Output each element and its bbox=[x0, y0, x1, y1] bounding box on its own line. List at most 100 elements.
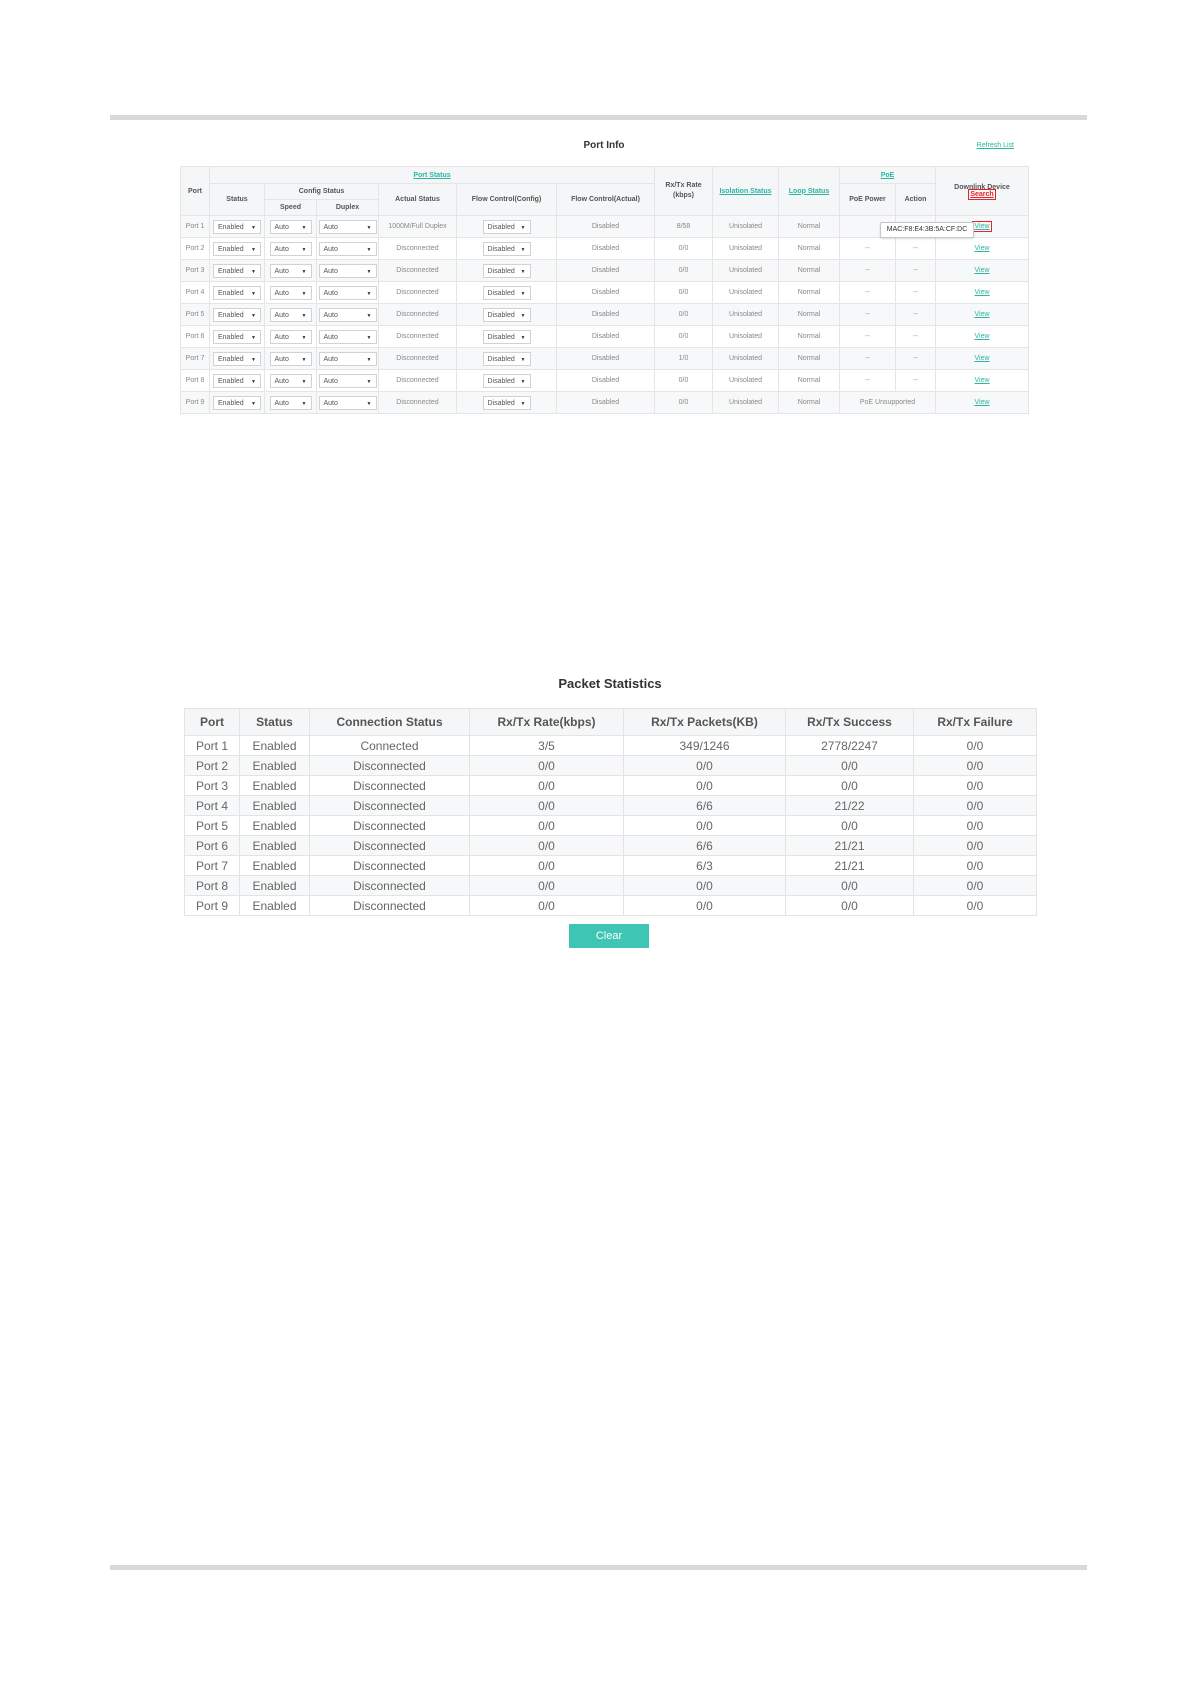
success-cell: 2778/2247 bbox=[785, 735, 914, 756]
downlink-cell: View bbox=[935, 281, 1029, 304]
flow-control-select[interactable]: Disabled ▼ bbox=[482, 307, 531, 322]
select-value: Enabled bbox=[218, 333, 244, 341]
status-select[interactable]: Enabled ▼ bbox=[213, 263, 261, 278]
port-cell: Port 6 bbox=[184, 835, 240, 856]
view-link[interactable]: View bbox=[974, 399, 989, 406]
view-link[interactable]: View bbox=[974, 245, 989, 252]
caret-down-icon: ▼ bbox=[366, 224, 372, 231]
speed-select[interactable]: Auto ▼ bbox=[269, 329, 312, 344]
success-cell: 21/22 bbox=[785, 795, 914, 816]
duplex-select[interactable]: Auto ▼ bbox=[318, 219, 377, 234]
caret-down-icon: ▼ bbox=[366, 246, 372, 253]
speed-select[interactable]: Auto ▼ bbox=[269, 219, 312, 234]
duplex-select[interactable]: Auto ▼ bbox=[318, 263, 377, 278]
select-value: Auto bbox=[323, 399, 338, 407]
speed-select[interactable]: Auto ▼ bbox=[269, 307, 312, 322]
downlink-cell: View bbox=[935, 237, 1029, 260]
speed-select[interactable]: Auto ▼ bbox=[269, 241, 312, 256]
clear-button[interactable]: Clear bbox=[569, 924, 649, 948]
view-link[interactable]: View bbox=[972, 221, 992, 232]
status-select[interactable]: Enabled ▼ bbox=[213, 285, 261, 300]
flow-config-cell: Disabled ▼ bbox=[456, 303, 557, 326]
actual-status-cell: Disconnected bbox=[378, 281, 457, 304]
status-cell: Enabled ▼ bbox=[209, 259, 265, 282]
downlink-cell: View bbox=[935, 369, 1029, 392]
rate-cell: 3/5 bbox=[469, 735, 624, 756]
status-cell: Enabled ▼ bbox=[209, 369, 265, 392]
port-status-link[interactable]: Port Status bbox=[413, 172, 450, 179]
speed-select[interactable]: Auto ▼ bbox=[269, 373, 312, 388]
flow-control-select[interactable]: Disabled ▼ bbox=[482, 285, 531, 300]
poe-link[interactable]: PoE bbox=[881, 172, 895, 179]
select-value: Auto bbox=[323, 267, 338, 275]
success-cell: 0/0 bbox=[785, 895, 914, 916]
flow-control-select[interactable]: Disabled ▼ bbox=[482, 373, 531, 388]
poe-power-cell: -- bbox=[839, 325, 896, 348]
col-group-config-status: Config Status bbox=[264, 183, 379, 200]
duplex-select[interactable]: Auto ▼ bbox=[318, 307, 377, 322]
duplex-select[interactable]: Auto ▼ bbox=[318, 373, 377, 388]
caret-down-icon: ▼ bbox=[251, 356, 256, 363]
flow-actual-cell: Disabled bbox=[556, 281, 655, 304]
speed-select[interactable]: Auto ▼ bbox=[269, 395, 312, 410]
duplex-select[interactable]: Auto ▼ bbox=[318, 395, 377, 410]
flow-config-cell: Disabled ▼ bbox=[456, 237, 557, 260]
rate-cell: 0/0 bbox=[654, 325, 713, 348]
isolation-status-link[interactable]: Isolation Status bbox=[719, 188, 771, 195]
connection-cell: Disconnected bbox=[309, 775, 470, 796]
status-select[interactable]: Enabled ▼ bbox=[213, 241, 261, 256]
flow-control-select[interactable]: Disabled ▼ bbox=[482, 395, 531, 410]
status-select[interactable]: Enabled ▼ bbox=[213, 351, 261, 366]
flow-config-cell: Disabled ▼ bbox=[456, 325, 557, 348]
packets-cell: 0/0 bbox=[623, 775, 786, 796]
status-select[interactable]: Enabled ▼ bbox=[213, 373, 261, 388]
duplex-cell: Auto ▼ bbox=[316, 325, 379, 348]
rate-cell: 1/0 bbox=[654, 347, 713, 370]
duplex-cell: Auto ▼ bbox=[316, 303, 379, 326]
success-cell: 21/21 bbox=[785, 855, 914, 876]
view-link[interactable]: View bbox=[974, 355, 989, 362]
status-select[interactable]: Enabled ▼ bbox=[213, 307, 261, 322]
duplex-select[interactable]: Auto ▼ bbox=[318, 285, 377, 300]
duplex-select[interactable]: Auto ▼ bbox=[318, 351, 377, 366]
refresh-list-link[interactable]: Refresh List bbox=[977, 142, 1014, 149]
status-select[interactable]: Enabled ▼ bbox=[213, 219, 261, 234]
packets-cell: 6/6 bbox=[623, 795, 786, 816]
duplex-select[interactable]: Auto ▼ bbox=[318, 329, 377, 344]
flow-control-select[interactable]: Disabled ▼ bbox=[482, 351, 531, 366]
flow-control-select[interactable]: Disabled ▼ bbox=[482, 241, 531, 256]
caret-down-icon: ▼ bbox=[301, 334, 307, 341]
status-select[interactable]: Enabled ▼ bbox=[213, 329, 261, 344]
caret-down-icon: ▼ bbox=[520, 356, 526, 363]
search-link[interactable]: Search bbox=[968, 189, 996, 200]
page-bottom-rule bbox=[110, 1565, 1087, 1570]
caret-down-icon: ▼ bbox=[251, 268, 256, 275]
duplex-cell: Auto ▼ bbox=[316, 215, 379, 238]
view-link[interactable]: View bbox=[974, 311, 989, 318]
loop-status-link[interactable]: Loop Status bbox=[789, 188, 829, 195]
select-value: Auto bbox=[274, 311, 289, 319]
rate-cell: 0/0 bbox=[654, 369, 713, 392]
select-value: Auto bbox=[323, 289, 338, 297]
flow-control-select[interactable]: Disabled ▼ bbox=[482, 329, 531, 344]
flow-control-select[interactable]: Disabled ▼ bbox=[482, 263, 531, 278]
speed-select[interactable]: Auto ▼ bbox=[269, 285, 312, 300]
view-link[interactable]: View bbox=[974, 333, 989, 340]
rate-cell: 0/0 bbox=[469, 815, 624, 836]
duplex-select[interactable]: Auto ▼ bbox=[318, 241, 377, 256]
speed-select[interactable]: Auto ▼ bbox=[269, 263, 312, 278]
status-select[interactable]: Enabled ▼ bbox=[213, 395, 261, 410]
status-cell: Enabled ▼ bbox=[209, 215, 265, 238]
speed-cell: Auto ▼ bbox=[264, 259, 317, 282]
status-cell: Enabled bbox=[239, 835, 310, 856]
select-value: Auto bbox=[323, 311, 338, 319]
speed-select[interactable]: Auto ▼ bbox=[269, 351, 312, 366]
view-link[interactable]: View bbox=[974, 267, 989, 274]
flow-config-cell: Disabled ▼ bbox=[456, 281, 557, 304]
ps-col-success: Rx/Tx Success bbox=[785, 708, 914, 736]
flow-control-select[interactable]: Disabled ▼ bbox=[482, 219, 531, 234]
view-link[interactable]: View bbox=[974, 377, 989, 384]
view-link[interactable]: View bbox=[974, 289, 989, 296]
caret-down-icon: ▼ bbox=[520, 268, 526, 275]
speed-cell: Auto ▼ bbox=[264, 391, 317, 414]
